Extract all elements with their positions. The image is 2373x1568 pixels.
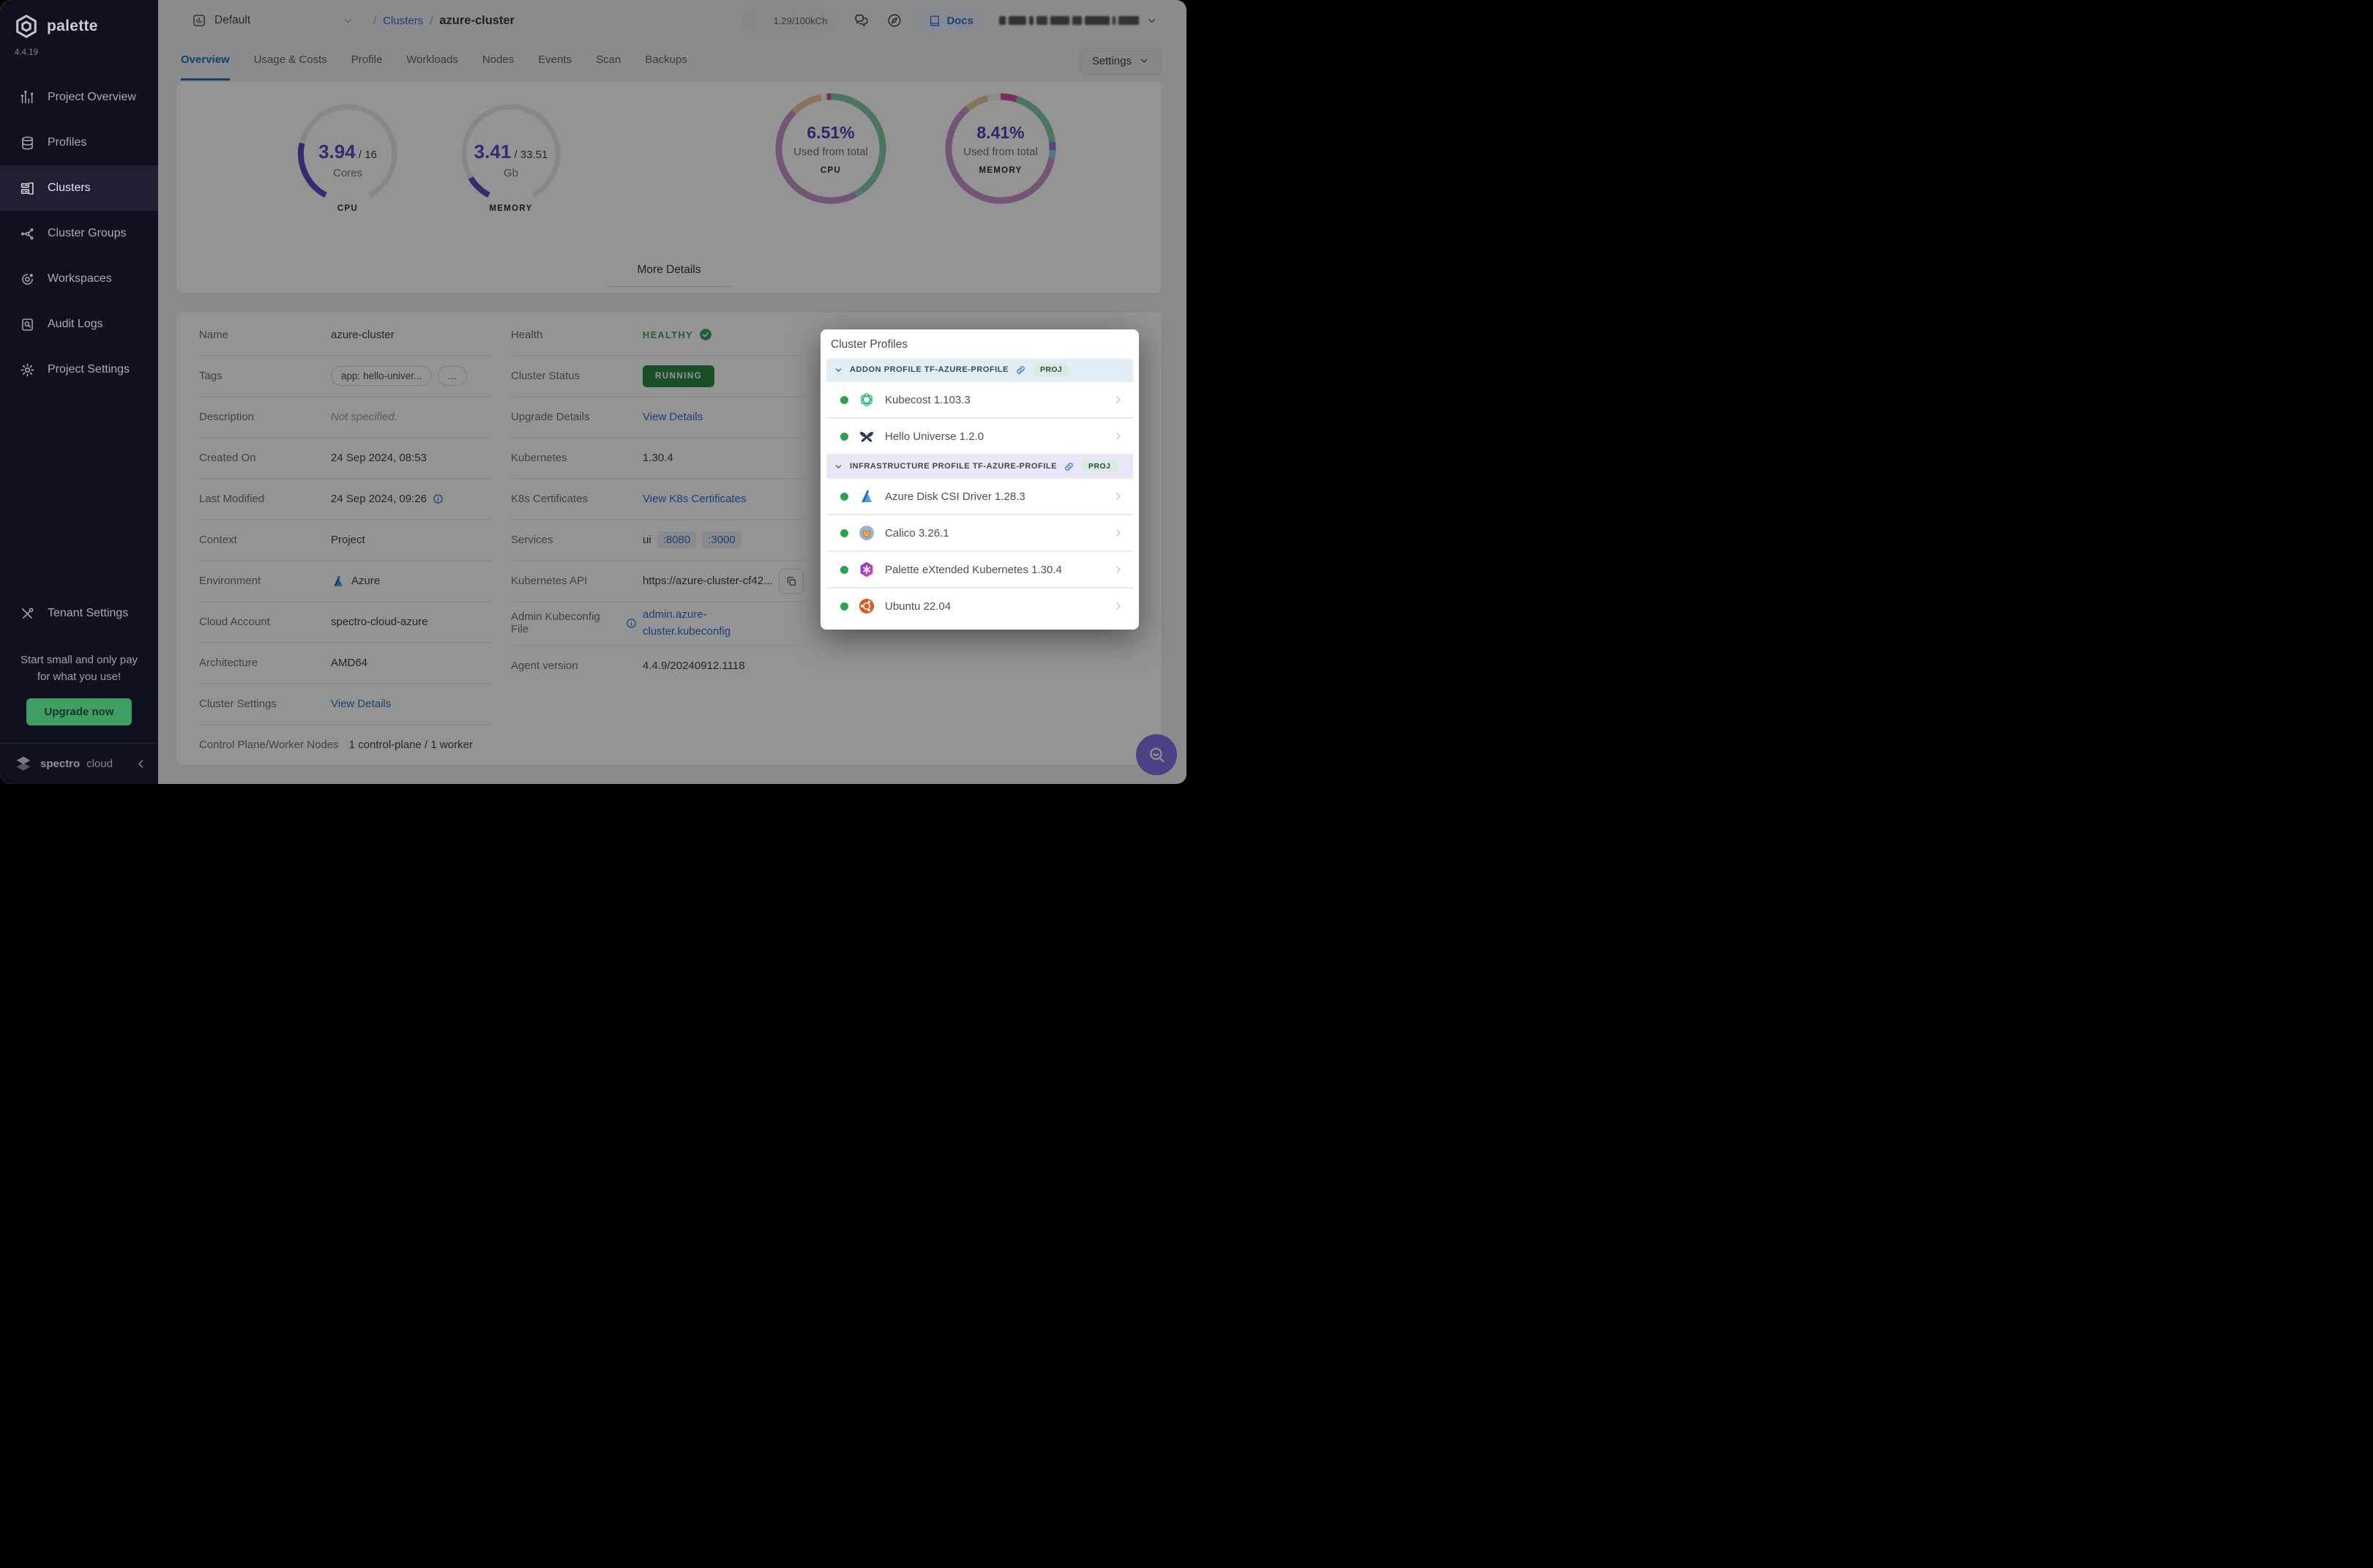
- azure-logo: [858, 488, 875, 505]
- sidebar-item-label: Project Settings: [48, 363, 130, 376]
- audit-icon: [20, 317, 35, 332]
- calico-logo: [858, 524, 875, 542]
- cluster-profiles-list: ADDON PROFILE TF-AZURE-PROFILE PROJ Kubeco…: [826, 359, 1133, 624]
- link-icon: [1015, 365, 1026, 376]
- pack-name: Kubecost 1.103.3: [885, 393, 971, 406]
- pack-name: Hello Universe 1.2.0: [885, 430, 984, 443]
- sidebar-item-label: Workspaces: [48, 272, 112, 285]
- upgrade-now-button[interactable]: Upgrade now: [26, 698, 132, 725]
- chevron-right-icon: [1113, 490, 1124, 502]
- profile-pack-row[interactable]: Ubuntu 22.04: [826, 589, 1133, 624]
- groups-icon: [20, 226, 35, 242]
- sidebar-item-workspaces[interactable]: Workspaces: [0, 256, 158, 302]
- sidebar-item-profiles[interactable]: Profiles: [0, 120, 158, 165]
- profile-pack-row[interactable]: Kubecost 1.103.3: [826, 382, 1133, 417]
- palette-logo-icon: [13, 13, 40, 40]
- workspaces-icon: [20, 272, 35, 287]
- gear-icon: [20, 362, 35, 378]
- ubuntu-logo: [858, 597, 875, 615]
- app-window: palette 4.4.19 Project Overview Profiles C…: [0, 0, 1186, 784]
- sidebar-item-label: Tenant Settings: [48, 607, 129, 619]
- pack-status-dot: [840, 565, 848, 574]
- sidebar-collapse-icon[interactable]: [135, 758, 146, 769]
- sidebar-item-label: Profiles: [48, 136, 87, 149]
- palette-logo: palette: [0, 0, 158, 40]
- app-title: palette: [47, 18, 98, 34]
- clusters-icon: [20, 181, 35, 196]
- chevron-right-icon: [1113, 564, 1124, 575]
- profile-group-title: ADDON PROFILE TF-AZURE-PROFILE: [850, 365, 1009, 374]
- layers-icon: [20, 135, 35, 151]
- profile-pack-row[interactable]: Calico 3.26.1: [826, 515, 1133, 550]
- chevron-right-icon: [1113, 394, 1124, 406]
- sidebar-item-label: Clusters: [48, 182, 91, 194]
- pack-name: Calico 3.26.1: [885, 526, 949, 540]
- profile-pack-row[interactable]: Azure Disk CSI Driver 1.28.3: [826, 479, 1133, 514]
- sidebar-item-project-settings[interactable]: Project Settings: [0, 347, 158, 392]
- pack-name: Azure Disk CSI Driver 1.28.3: [885, 490, 1025, 503]
- tools-icon: [20, 606, 35, 621]
- sidebar-item-label: Audit Logs: [48, 318, 103, 330]
- brand-spectro: spectro: [40, 758, 81, 770]
- pxk-logo: [858, 561, 875, 578]
- pack-status-dot: [840, 529, 848, 537]
- cluster-profiles-title: Cluster Profiles: [831, 338, 908, 351]
- sidebar: palette 4.4.19 Project Overview Profiles C…: [0, 0, 158, 784]
- chart-icon: [20, 90, 35, 105]
- chevron-right-icon: [1113, 430, 1124, 442]
- app-version: 4.4.19: [15, 48, 38, 57]
- spectro-cloud-logo-icon: [13, 754, 34, 774]
- chevron-down-icon: [834, 462, 843, 471]
- cluster-profiles-panel: Cluster Profiles ADDON PROFILE TF-AZURE-…: [821, 329, 1139, 630]
- profile-pack-row[interactable]: Hello Universe 1.2.0: [826, 419, 1133, 454]
- profile-pack-row[interactable]: Palette eXtended Kubernetes 1.30.4: [826, 552, 1133, 587]
- sidebar-item-label: Project Overview: [48, 91, 136, 103]
- kubecost-logo: [858, 391, 875, 408]
- promo-line2: for what you use!: [37, 670, 122, 683]
- chevron-right-icon: [1113, 600, 1124, 612]
- pack-status-dot: [840, 602, 848, 611]
- sidebar-item-label: Cluster Groups: [48, 227, 127, 239]
- brand-cloud: cloud: [86, 758, 113, 770]
- hello-universe-logo: [858, 428, 875, 445]
- upgrade-promo: Start small and only pay for what you us…: [0, 636, 158, 685]
- sidebar-item-tenant-settings[interactable]: Tenant Settings: [0, 591, 158, 636]
- pack-name: Palette eXtended Kubernetes 1.30.4: [885, 563, 1062, 576]
- sidebar-tenant-slot: Tenant Settings: [0, 591, 158, 636]
- sidebar-footer: spectro cloud: [0, 743, 158, 784]
- sidebar-menu: Project Overview Profiles Clusters Cluster …: [0, 75, 158, 392]
- profile-group-header[interactable]: INFRASTRUCTURE PROFILE TF-AZURE-PROFILE P…: [826, 455, 1133, 477]
- chevron-right-icon: [1113, 527, 1124, 539]
- sidebar-item-audit-logs[interactable]: Audit Logs: [0, 302, 158, 347]
- profile-group-title: INFRASTRUCTURE PROFILE TF-AZURE-PROFILE: [850, 462, 1057, 471]
- sidebar-item-clusters[interactable]: Clusters: [0, 165, 158, 211]
- chevron-down-icon: [834, 365, 843, 375]
- scope-badge: PROJ: [1032, 363, 1070, 376]
- link-icon: [1064, 461, 1075, 472]
- profile-group-header[interactable]: ADDON PROFILE TF-AZURE-PROFILE PROJ: [826, 359, 1133, 381]
- promo-line1: Start small and only pay: [20, 654, 138, 666]
- scope-badge: PROJ: [1081, 460, 1118, 473]
- pack-name: Ubuntu 22.04: [885, 600, 952, 613]
- pack-status-dot: [840, 492, 848, 501]
- pack-status-dot: [840, 432, 848, 441]
- pack-status-dot: [840, 395, 848, 404]
- sidebar-item-project-overview[interactable]: Project Overview: [0, 75, 158, 120]
- sidebar-item-cluster-groups[interactable]: Cluster Groups: [0, 211, 158, 256]
